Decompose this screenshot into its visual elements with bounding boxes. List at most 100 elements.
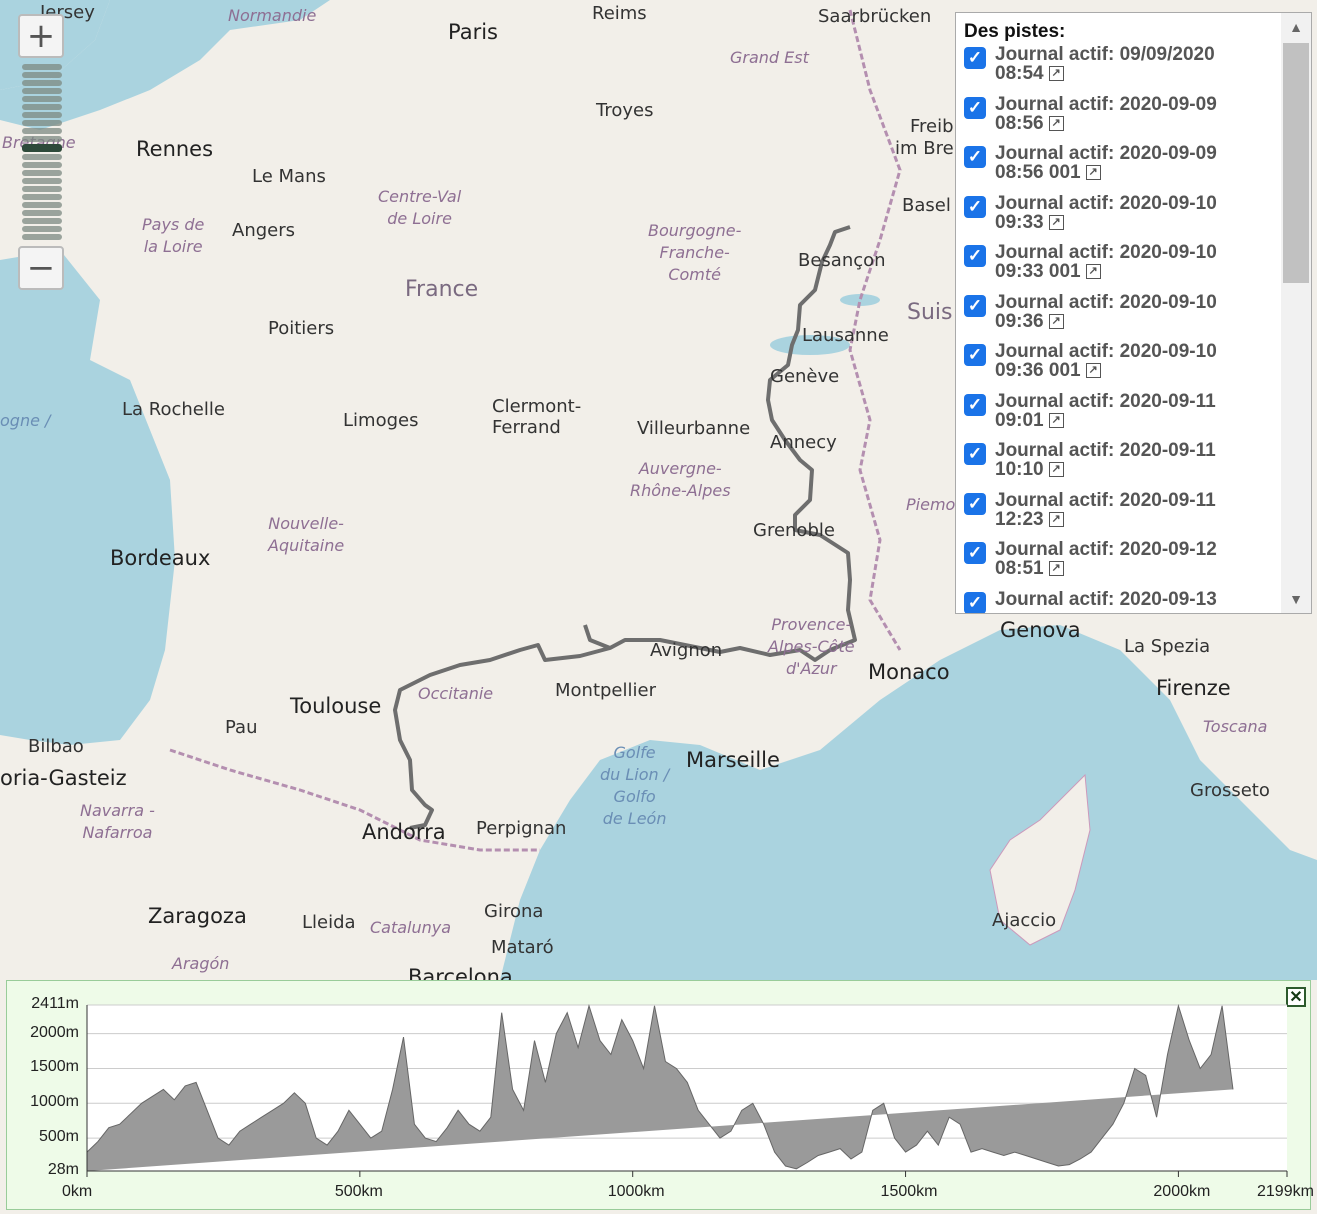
zoom-tick[interactable] (22, 162, 62, 168)
zoom-tick[interactable] (22, 194, 62, 200)
zoom-tick[interactable] (22, 202, 62, 208)
place-label-genova: Genova (1000, 618, 1081, 642)
zoom-out-button[interactable]: − (18, 246, 64, 290)
track-label: Journal actif: 2020-09-11 10:10 ↗ (995, 441, 1255, 489)
zoom-tick[interactable] (22, 234, 62, 240)
track-label: Journal actif: 2020-09-10 09:36 001 ↗ (995, 342, 1255, 390)
zoom-tick[interactable] (22, 72, 62, 78)
zoom-tick[interactable] (22, 112, 62, 118)
track-item[interactable]: ✓ Journal actif: 2020-09-09 08:56 ↗ (956, 95, 1311, 143)
track-checkbox[interactable]: ✓ (964, 393, 986, 416)
track-item[interactable]: ✓ Journal actif: 2020-09-11 10:10 ↗ (956, 441, 1311, 489)
place-label-la-spezia: La Spezia (1124, 636, 1211, 657)
track-title: Journal actif: 2020-09-11 (995, 390, 1216, 412)
track-item[interactable]: ✓ Journal actif: 2020-09-11 12:23 ↗ (956, 491, 1311, 539)
place-label-suis: Suis (907, 300, 953, 325)
zoom-tick[interactable] (22, 144, 62, 152)
place-label-le-mans: Le Mans (252, 166, 326, 187)
track-checkbox[interactable]: ✓ (964, 591, 986, 613)
track-checkbox[interactable]: ✓ (964, 195, 986, 218)
external-link-icon[interactable]: ↗ (1048, 313, 1064, 329)
place-label-auvergne: Auvergne- Rhône-Alpes (630, 459, 731, 500)
place-label-basel: Basel (902, 195, 951, 216)
place-label-grand-est: Grand Est (730, 48, 809, 67)
external-link-icon[interactable]: ↗ (1085, 363, 1101, 379)
track-item[interactable]: ✓ Journal actif: 2020-09-13 (956, 590, 1311, 613)
external-link-icon[interactable]: ↗ (1048, 214, 1064, 230)
track-checkbox[interactable]: ✓ (964, 443, 986, 465)
place-label-angers: Angers (232, 220, 295, 241)
scroll-thumb[interactable] (1283, 43, 1309, 283)
zoom-tick[interactable] (22, 136, 62, 142)
place-label-grenoble: Grenoble (753, 520, 835, 541)
track-time: 08:54 (995, 63, 1044, 84)
external-link-icon[interactable]: ↗ (1085, 264, 1101, 280)
track-title: Journal actif: 2020-09-10 (995, 291, 1217, 313)
zoom-tick[interactable] (22, 88, 62, 94)
place-label-vitoria: oria-Gasteiz (0, 766, 127, 790)
track-checkbox[interactable]: ✓ (964, 344, 986, 366)
y-tick-label: 28m (47, 1161, 79, 1178)
external-link-icon[interactable]: ↗ (1048, 462, 1064, 478)
place-label-firenze: Firenze (1156, 676, 1231, 700)
track-item[interactable]: ✓ Journal actif: 2020-09-10 09:36 ↗ (956, 293, 1311, 341)
zoom-tick[interactable] (22, 210, 62, 216)
zoom-tick[interactable] (22, 186, 62, 192)
zoom-tick[interactable] (22, 104, 62, 110)
track-checkbox[interactable]: ✓ (964, 542, 986, 564)
external-link-icon[interactable]: ↗ (1048, 115, 1064, 131)
track-label: Journal actif: 2020-09-10 09:36 ↗ (995, 293, 1255, 341)
x-tick-label: 1500km (880, 1183, 938, 1200)
external-link-icon[interactable]: ↗ (1048, 66, 1064, 82)
track-item[interactable]: ✓ Journal actif: 2020-09-09 08:56 001 ↗ (956, 144, 1311, 192)
zoom-tick[interactable] (22, 96, 62, 102)
zoom-tick[interactable] (22, 128, 62, 134)
track-title: Journal actif: 2020-09-10 (995, 341, 1217, 362)
track-item[interactable]: ✓ Journal actif: 2020-09-10 09:33 ↗ (956, 194, 1311, 242)
track-item[interactable]: ✓ Journal actif: 2020-09-11 09:01 ↗ (956, 392, 1311, 440)
track-checkbox[interactable]: ✓ (964, 492, 986, 515)
track-item[interactable]: ✓ Journal actif: 2020-09-10 09:36 001 ↗ (956, 342, 1311, 390)
track-checkbox[interactable]: ✓ (964, 294, 986, 317)
tracks-scrollbar[interactable]: ▲ ▼ (1281, 13, 1311, 613)
x-tick-label: 2199km (1257, 1183, 1314, 1200)
track-label: Journal actif: 2020-09-11 12:23 ↗ (995, 491, 1255, 539)
zoom-tick[interactable] (22, 64, 62, 70)
place-label-rennes: Rennes (136, 137, 214, 161)
track-time: 09:33 (995, 211, 1044, 233)
scroll-up-icon[interactable]: ▲ (1281, 13, 1311, 41)
track-time: 08:51 (995, 558, 1044, 579)
zoom-tick[interactable] (22, 170, 62, 176)
track-label: Journal actif: 2020-09-09 08:56 ↗ (995, 95, 1255, 143)
zoom-in-button[interactable]: + (18, 14, 64, 58)
track-label: Journal actif: 09/09/2020 08:54 ↗ (995, 45, 1255, 93)
scroll-down-icon[interactable]: ▼ (1281, 585, 1311, 613)
zoom-tick[interactable] (22, 178, 62, 184)
track-checkbox[interactable]: ✓ (964, 47, 986, 69)
track-checkbox[interactable]: ✓ (964, 146, 986, 168)
zoom-tick[interactable] (22, 154, 62, 160)
track-item[interactable]: ✓ Journal actif: 2020-09-10 09:33 001 ↗ (956, 243, 1311, 291)
zoom-tick[interactable] (22, 80, 62, 86)
place-label-catalunya: Catalunya (370, 918, 452, 937)
track-list: ✓ Journal actif: 09/09/2020 08:54 ↗ ✓ Journal… (956, 45, 1311, 613)
external-link-icon[interactable]: ↗ (1048, 561, 1064, 577)
track-item[interactable]: ✓ Journal actif: 2020-09-12 08:51 ↗ (956, 540, 1311, 588)
place-label-pau: Pau (225, 717, 258, 738)
zoom-tick[interactable] (22, 218, 62, 224)
external-link-icon[interactable]: ↗ (1085, 165, 1101, 181)
zoom-slider[interactable] (22, 64, 62, 240)
place-label-villeurbanne: Villeurbanne (637, 418, 751, 439)
place-label-besancon: Besançon (798, 250, 886, 271)
track-time: 09:33 001 (995, 261, 1081, 282)
zoom-tick[interactable] (22, 120, 62, 126)
external-link-icon[interactable]: ↗ (1048, 511, 1064, 527)
track-item[interactable]: ✓ Journal actif: 09/09/2020 08:54 ↗ (956, 45, 1311, 93)
track-checkbox[interactable]: ✓ (964, 245, 986, 267)
place-label-troyes: Troyes (596, 100, 654, 121)
track-checkbox[interactable]: ✓ (964, 96, 986, 119)
external-link-icon[interactable]: ↗ (1048, 412, 1064, 428)
zoom-tick[interactable] (22, 226, 62, 232)
elevation-chart (86, 1003, 1288, 1177)
x-tick-label: 1000km (607, 1183, 665, 1200)
